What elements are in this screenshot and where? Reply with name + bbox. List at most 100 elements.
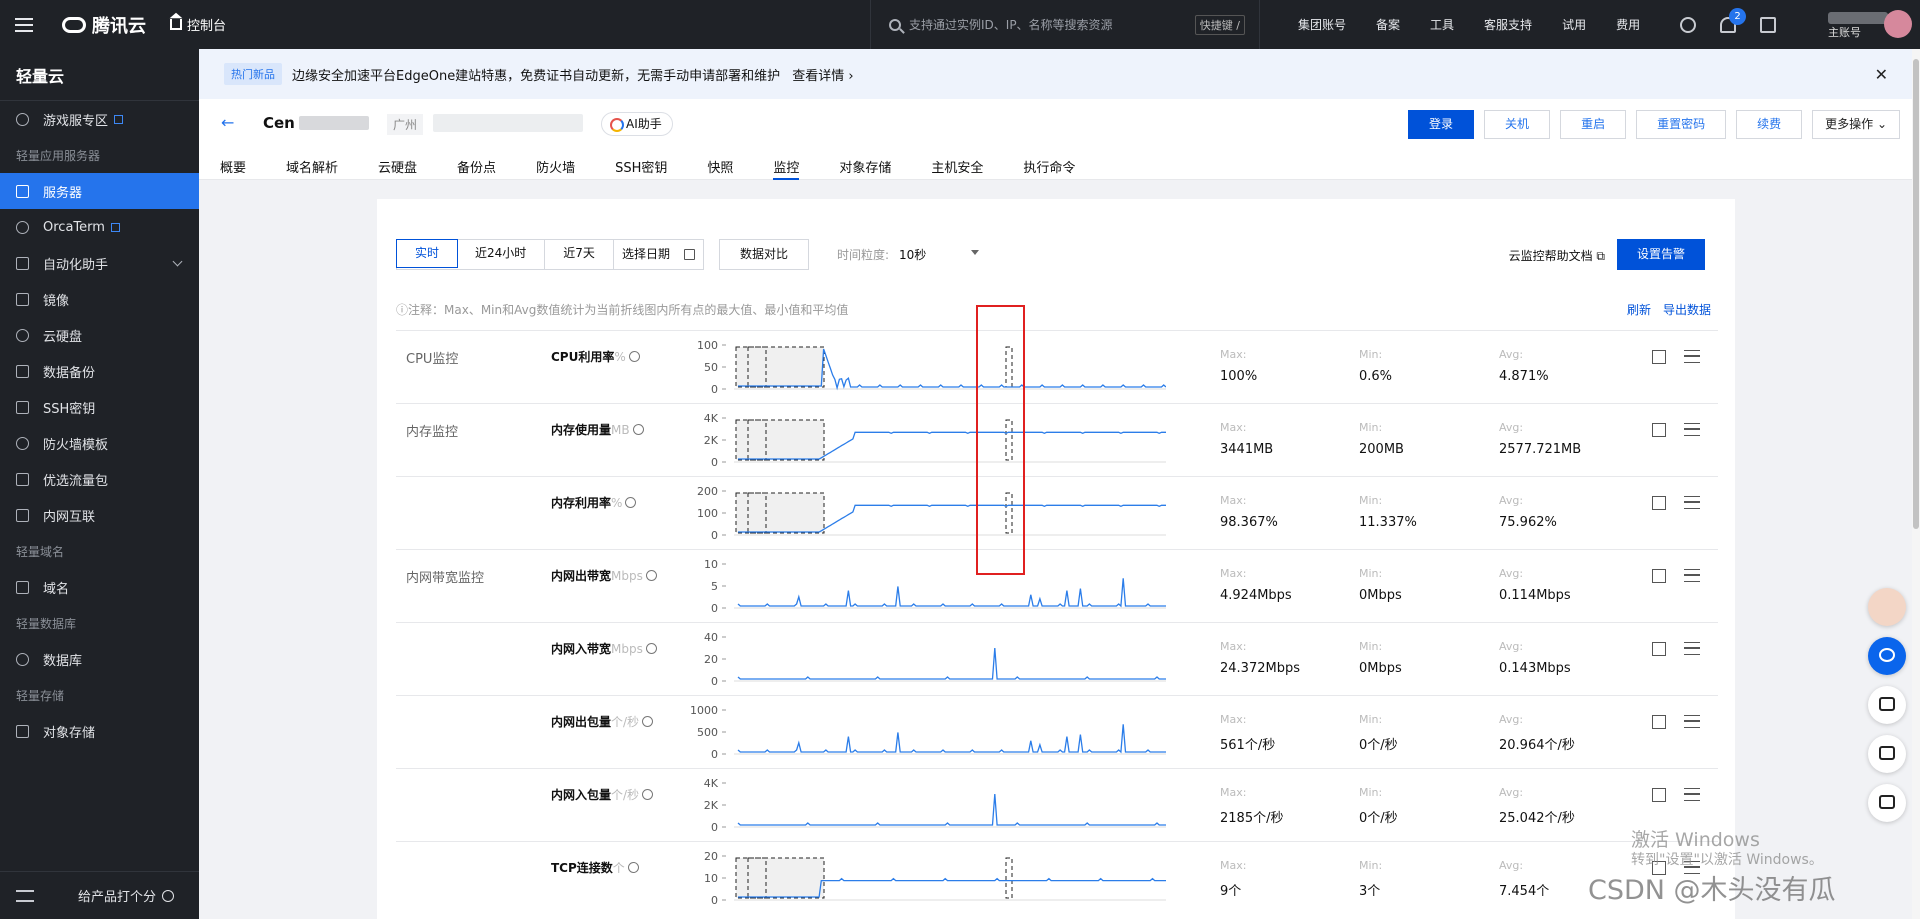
- help-icon[interactable]: [632, 424, 644, 435]
- book-icon[interactable]: [1868, 735, 1906, 773]
- sidebar-item[interactable]: 服务器: [0, 173, 199, 209]
- headset-icon[interactable]: [1868, 637, 1906, 675]
- tab[interactable]: 主机安全: [931, 157, 983, 180]
- granularity-select[interactable]: 10秒: [899, 246, 980, 263]
- cloud-tool-icon[interactable]: [1868, 686, 1906, 724]
- renew-button[interactable]: 续费: [1736, 110, 1803, 139]
- more-actions-dropdown[interactable]: 更多操作 ⌄: [1812, 110, 1900, 139]
- brand-logo[interactable]: 腾讯云: [62, 12, 146, 38]
- settings-icon[interactable]: [1680, 16, 1696, 33]
- sidebar-item[interactable]: 镜像: [0, 281, 199, 317]
- reset-password-button[interactable]: 重置密码: [1636, 110, 1727, 139]
- compare-button[interactable]: 数据对比: [718, 239, 809, 270]
- sidebar-item-label: 内网互联: [43, 509, 96, 525]
- nav-tools[interactable]: 工具: [1430, 16, 1454, 33]
- menu-icon[interactable]: [1684, 496, 1700, 509]
- sidebar-item[interactable]: 游戏服专区: [0, 101, 199, 137]
- range-realtime[interactable]: 实时: [396, 239, 459, 268]
- menu-icon[interactable]: [1684, 715, 1700, 728]
- fullscreen-icon[interactable]: [1652, 569, 1666, 583]
- nav-filing[interactable]: 备案: [1376, 16, 1400, 33]
- nav-trial[interactable]: 试用: [1562, 16, 1586, 33]
- fullscreen-icon[interactable]: [1652, 350, 1666, 364]
- date-picker[interactable]: 选择日期: [614, 240, 703, 269]
- stat-value: 11.337%: [1359, 515, 1417, 530]
- rate-product-link[interactable]: 给产品打个分: [78, 886, 156, 905]
- metric-unit: %: [614, 350, 626, 364]
- back-arrow-icon[interactable]: ←: [221, 113, 234, 132]
- sidebar-item[interactable]: 内网互联: [0, 497, 199, 533]
- sidebar-item[interactable]: 对象存储: [0, 713, 199, 749]
- nav-support[interactable]: 客服支持: [1484, 16, 1532, 33]
- notice-more-link[interactable]: 查看详情 ›: [792, 65, 853, 84]
- range-7d[interactable]: 近7天: [545, 240, 614, 269]
- tab[interactable]: 备份点: [457, 157, 496, 180]
- assistant-avatar-button[interactable]: [1868, 588, 1906, 626]
- ip-redacted: [433, 114, 583, 132]
- help-icon[interactable]: [645, 570, 657, 581]
- tab[interactable]: 对象存储: [839, 157, 891, 180]
- fullscreen-icon[interactable]: [1652, 715, 1666, 729]
- tab[interactable]: 防火墙: [536, 157, 575, 180]
- fullscreen-icon[interactable]: [1652, 496, 1666, 510]
- menu-icon[interactable]: [1684, 569, 1700, 582]
- sidebar-item[interactable]: 优选流量包: [0, 461, 199, 497]
- sidebar-item[interactable]: 数据库: [0, 641, 199, 677]
- help-icon[interactable]: [642, 716, 654, 727]
- stat-label: Avg:: [1499, 786, 1524, 799]
- stat-label: Avg:: [1499, 494, 1524, 507]
- sidebar-item-label: 优选流量包: [43, 473, 109, 489]
- user-menu[interactable]: 主账号: [1826, 10, 1916, 40]
- sidebar-item[interactable]: SSH密钥: [0, 389, 199, 425]
- menu-icon[interactable]: [1684, 350, 1700, 363]
- close-icon[interactable]: ✕: [1875, 65, 1888, 84]
- list-icon[interactable]: [1868, 784, 1906, 822]
- global-search[interactable]: 支持通过实例ID、IP、名称等搜索资源 快捷键 /: [870, 0, 1260, 49]
- restart-button[interactable]: 重启: [1560, 110, 1627, 139]
- collapse-sidebar-icon[interactable]: [16, 889, 34, 902]
- console-link[interactable]: 控制台: [170, 15, 226, 34]
- notice-text: 边缘安全加速平台EdgeOne建站特惠，免费证书自动更新，无需手动申请部署和维护: [292, 68, 781, 84]
- sidebar-item[interactable]: OrcaTerm: [0, 209, 199, 245]
- tab[interactable]: 执行命令: [1023, 157, 1075, 180]
- nav-billing[interactable]: 费用: [1616, 16, 1640, 33]
- range-24h[interactable]: 近24小时: [457, 240, 546, 269]
- menu-icon[interactable]: [1684, 788, 1700, 801]
- sidebar-item[interactable]: 防火墙模板: [0, 425, 199, 461]
- sidebar-item[interactable]: 自动化助手: [0, 245, 199, 281]
- sidebar-item[interactable]: 数据备份: [0, 353, 199, 389]
- tab[interactable]: 快照: [707, 157, 733, 180]
- tab[interactable]: SSH密钥: [615, 157, 667, 180]
- fullscreen-icon[interactable]: [1652, 788, 1666, 802]
- stat-label: Avg:: [1499, 640, 1524, 653]
- tab[interactable]: 域名解析: [286, 157, 338, 180]
- menu-icon[interactable]: [1684, 423, 1700, 436]
- help-icon[interactable]: [628, 351, 640, 362]
- sidebar-item[interactable]: 云硬盘: [0, 317, 199, 353]
- sidebar-item[interactable]: 域名: [0, 569, 199, 605]
- help-icon[interactable]: [627, 862, 639, 873]
- help-icon[interactable]: [645, 643, 657, 654]
- tab[interactable]: 云硬盘: [378, 157, 417, 180]
- metric-line: [737, 724, 1166, 754]
- stat-value: 75.962%: [1499, 515, 1557, 530]
- fullscreen-icon[interactable]: [1652, 423, 1666, 437]
- menu-icon[interactable]: [0, 0, 48, 49]
- ai-assistant-button[interactable]: AI助手: [601, 112, 673, 136]
- tab[interactable]: 监控: [773, 157, 800, 180]
- bell-icon[interactable]: 2: [1720, 7, 1746, 33]
- help-doc-link[interactable]: 云监控帮助文档 ⧉: [1509, 247, 1605, 264]
- nav-group-account[interactable]: 集团账号: [1298, 16, 1346, 33]
- menu-icon[interactable]: [1684, 642, 1700, 655]
- shutdown-button[interactable]: 关机: [1484, 110, 1551, 139]
- fullscreen-icon[interactable]: [1652, 642, 1666, 656]
- tab[interactable]: 概要: [220, 157, 246, 180]
- document-icon[interactable]: [1760, 16, 1776, 33]
- set-alarm-button[interactable]: 设置告警: [1616, 239, 1705, 270]
- help-icon[interactable]: [642, 789, 654, 800]
- login-button[interactable]: 登录: [1408, 110, 1475, 139]
- refresh-link[interactable]: 刷新: [1627, 301, 1651, 318]
- help-icon[interactable]: [625, 497, 637, 508]
- export-data-link[interactable]: 导出数据: [1663, 301, 1711, 318]
- page-scrollbar[interactable]: [1912, 49, 1920, 919]
